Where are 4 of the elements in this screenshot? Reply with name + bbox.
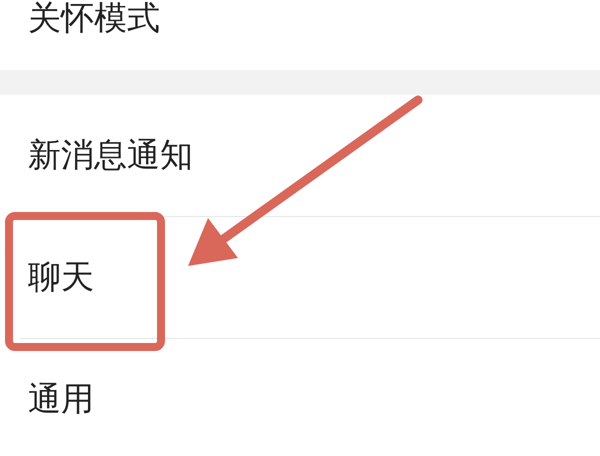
settings-item[interactable]: 通用 [28, 381, 94, 418]
settings-item[interactable]: 新消息通知 [28, 137, 193, 174]
settings-item[interactable]: 关怀模式 [28, 0, 160, 36]
settings-item[interactable]: 聊天 [28, 259, 94, 296]
